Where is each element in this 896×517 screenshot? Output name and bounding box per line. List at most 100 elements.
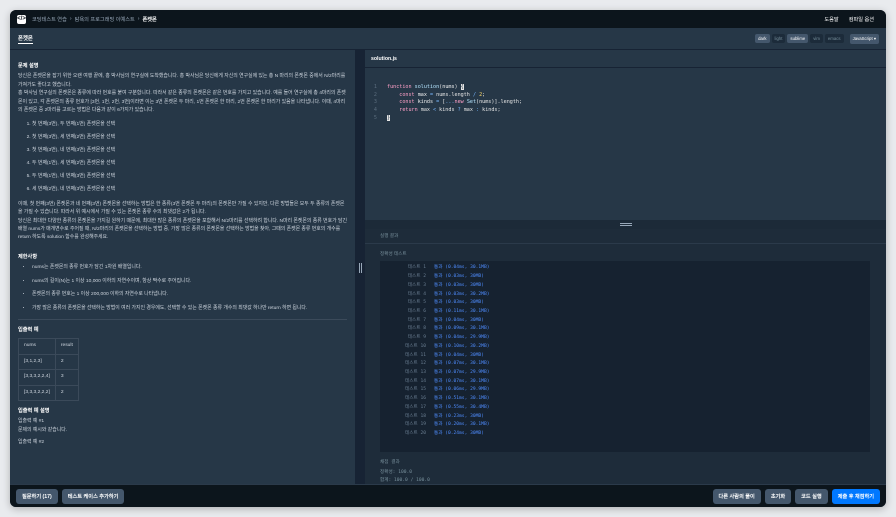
list-item: 첫 번째(3번), 세 번째(2번) 폰켓몬을 선택 (32, 134, 347, 142)
table-cell: 2 (54, 353, 79, 371)
test-name: 테스트 16 (405, 396, 426, 402)
test-result: 통과 (0.09ms, 30.1MB) (434, 326, 490, 332)
others-solutions-button[interactable]: 다른 사람의 풀이 (712, 488, 761, 504)
list-item: nums는 폰켓몬의 종류 번호가 담긴 1차원 배열입니다. (32, 264, 347, 272)
table-cell: 2 (54, 384, 79, 401)
list-item: 첫 번째(3번), 네 번째(3번) 폰켓몬을 선택 (32, 147, 347, 155)
test-result: 통과 (0.04ms, 30.1MB) (434, 265, 490, 271)
breadcrumb-separator-icon: › (137, 16, 140, 22)
breadcrumb-item[interactable]: 코딩테스트 연습 (32, 16, 67, 23)
test-result-row: 테스트 9 통과 (0.04ms, 29.9MB) (380, 333, 870, 342)
test-result-row: 테스트 7 통과 (0.04ms, 30MB) (380, 315, 870, 324)
test-name: 테스트 2 (407, 274, 426, 280)
test-result: 통과 (0.04ms, 30MB) (434, 317, 484, 323)
test-name: 테스트 18 (405, 413, 426, 419)
submit-button[interactable]: 제출 후 채점하기 (831, 488, 880, 504)
section-heading: 제한사항 (18, 253, 38, 260)
output-header: 실행 결과 (365, 229, 886, 244)
test-result: 통과 (0.03ms, 30MB) (434, 300, 484, 306)
score-heading: 채점 결과 (380, 460, 400, 465)
test-result: 통과 (0.04ms, 30MB) (434, 352, 484, 358)
paragraph: 문제의 예시와 같습니다. (18, 427, 68, 433)
drag-handle-icon[interactable] (358, 263, 362, 273)
drag-handle-icon[interactable] (620, 223, 632, 226)
run-label: 정확성 테스트 (380, 251, 407, 256)
add-testcase-button[interactable]: 테스트 케이스 추가하기 (61, 488, 125, 504)
test-name: 테스트 14 (405, 378, 426, 384)
constraint-list: nums는 폰켓몬의 종류 번호가 담긴 1차원 배열입니다. nums의 길이… (18, 264, 347, 313)
problem-title-bar: 폰켓몬 dark light sublime vim emacs JavaScr… (10, 28, 886, 50)
test-name: 테스트 4 (407, 291, 426, 297)
keymap-vim-button[interactable]: vim (810, 34, 823, 43)
test-name: 테스트 7 (407, 317, 426, 323)
paragraph: 입출력 예 #2 (18, 440, 45, 446)
test-result: 통과 (0.55ms, 30.4MB) (434, 404, 490, 410)
table-cell: [3,3,3,2,2,2] (18, 384, 56, 401)
paragraph: 당신은 폰켓몬을 잡기 위한 오랜 여행 끝에, 홍 박사님의 연구실에 도착했… (18, 74, 346, 88)
line-number: 1 (373, 84, 377, 90)
list-item: 세 번째(2번), 네 번째(3번) 폰켓몬을 선택 (32, 186, 347, 194)
test-name: 테스트 1 (407, 265, 426, 271)
app-window: </> 코딩테스트 연습 › 탐욕의 프로그래밍 이예스트 › 폰켓몬 도움말 … (10, 10, 886, 507)
paragraph: 홍 박사님 연구실의 폰켓몬은 종류에 따라 번호를 붙여 구분합니다. 따라서… (18, 91, 346, 114)
test-name: 테스트 15 (405, 387, 426, 393)
table-cell: [3,3,3,2,2,4] (18, 369, 56, 386)
language-select[interactable]: JavaScript ▾ (849, 33, 879, 44)
test-result: 통과 (0.10ms, 30.2MB) (434, 343, 490, 349)
choice-list: 첫 번째(3번), 두 번째(1번) 폰켓몬을 선택 첫 번째(3번), 세 번… (18, 121, 347, 194)
test-result: 통과 (0.20ms, 30.1MB) (434, 422, 490, 428)
test-name: 테스트 13 (405, 369, 426, 375)
compile-options-link[interactable]: 컴파일 옵션 (849, 16, 874, 23)
test-result: 통과 (0.06ms, 29.9MB) (434, 387, 490, 393)
output-panel: 실행 결과 정확성 테스트 테스트 1 통과 (0.04ms, 30.1MB) 테스… (365, 229, 886, 493)
divider (18, 318, 347, 320)
test-result: 통과 (0.03ms, 30MB) (434, 282, 484, 288)
test-name: 테스트 5 (407, 300, 426, 306)
table-cell: [3,1,2,3] (18, 353, 56, 371)
test-result-row: 테스트 20 통과 (0.24ms, 30MB) (380, 429, 870, 438)
keymap-emacs-button[interactable]: emacs (824, 34, 844, 43)
theme-dark-button[interactable]: dark (755, 34, 770, 43)
paragraph: 입출력 예 #1 (18, 419, 45, 425)
list-item: 폰켓몬의 종류 번호는 1 이상 200,000 이하의 자연수로 나타냅니다. (32, 291, 347, 299)
line-number: 3 (373, 99, 377, 106)
test-result: 통과 (0.04ms, 29.9MB) (434, 335, 490, 341)
run-code-button[interactable]: 코드 실행 (795, 488, 828, 504)
test-results: 테스트 1 통과 (0.04ms, 30.1MB) 테스트 2 통과 (0.03ms,… (380, 261, 870, 452)
page-title: 폰켓몬 (18, 35, 33, 44)
test-name: 테스트 6 (407, 308, 426, 314)
table-header: result (54, 338, 79, 355)
test-result-row: 테스트 17 통과 (0.55ms, 30.4MB) (380, 403, 870, 412)
test-name: 테스트 9 (407, 335, 426, 341)
test-result-row: 테스트 8 통과 (0.09ms, 30.1MB) (380, 324, 870, 333)
test-result: 통과 (0.23ms, 30MB) (434, 413, 484, 419)
output-resize-handle[interactable] (365, 220, 886, 229)
test-result: 통과 (0.51ms, 30.1MB) (434, 396, 490, 402)
problem-description-panel[interactable]: 문제 설명 당신은 폰켓몬을 잡기 위한 오랜 여행 끝에, 홍 박사님의 연구… (10, 50, 355, 493)
theme-light-button[interactable]: light (771, 34, 786, 43)
ask-question-button[interactable]: 질문하기 (17) (16, 488, 58, 504)
reset-button[interactable]: 초기화 (764, 488, 792, 504)
test-name: 테스트 11 (405, 352, 426, 358)
top-nav: </> 코딩테스트 연습 › 탐욕의 프로그래밍 이예스트 › 폰켓몬 도움말 … (10, 10, 886, 28)
list-item: 두 번째(1번), 세 번째(2번) 폰켓몬을 선택 (32, 160, 347, 168)
line-number: 5 (373, 114, 377, 121)
list-item: 첫 번째(3번), 두 번째(1번) 폰켓몬을 선택 (32, 121, 347, 129)
test-result: 통과 (0.07ms, 30.1MB) (434, 361, 490, 367)
score-summary: 채점 결과 정확성: 100.0 합계: 100.0 / 100.0 (380, 459, 430, 485)
breadcrumb-item[interactable]: 탐욕의 프로그래밍 이예스트 (75, 16, 135, 23)
test-name: 테스트 12 (405, 361, 426, 367)
panel-splitter[interactable] (355, 50, 365, 493)
test-result: 통과 (0.03ms, 30MB) (434, 274, 484, 280)
programmers-logo-icon[interactable]: </> (17, 14, 26, 24)
code-editor[interactable]: 1 function solution(nums) { 2 const max =… (365, 68, 886, 220)
test-result-row: 테스트 16 통과 (0.51ms, 30.1MB) (380, 394, 870, 403)
help-link[interactable]: 도움말 (824, 16, 838, 23)
test-result-row: 테스트 10 통과 (0.10ms, 30.2MB) (380, 341, 870, 350)
keymap-sublime-button[interactable]: sublime (787, 34, 809, 43)
test-result-row: 테스트 19 통과 (0.20ms, 30.1MB) (380, 420, 870, 429)
table-header: nums (18, 338, 56, 355)
test-result-row: 테스트 14 통과 (0.07ms, 30.1MB) (380, 376, 870, 385)
test-name: 테스트 17 (405, 404, 426, 410)
paragraph: 당신은 최대한 다양한 종류의 폰켓몬을 가지길 원하기 때문에, 최대한 많은… (18, 218, 347, 241)
